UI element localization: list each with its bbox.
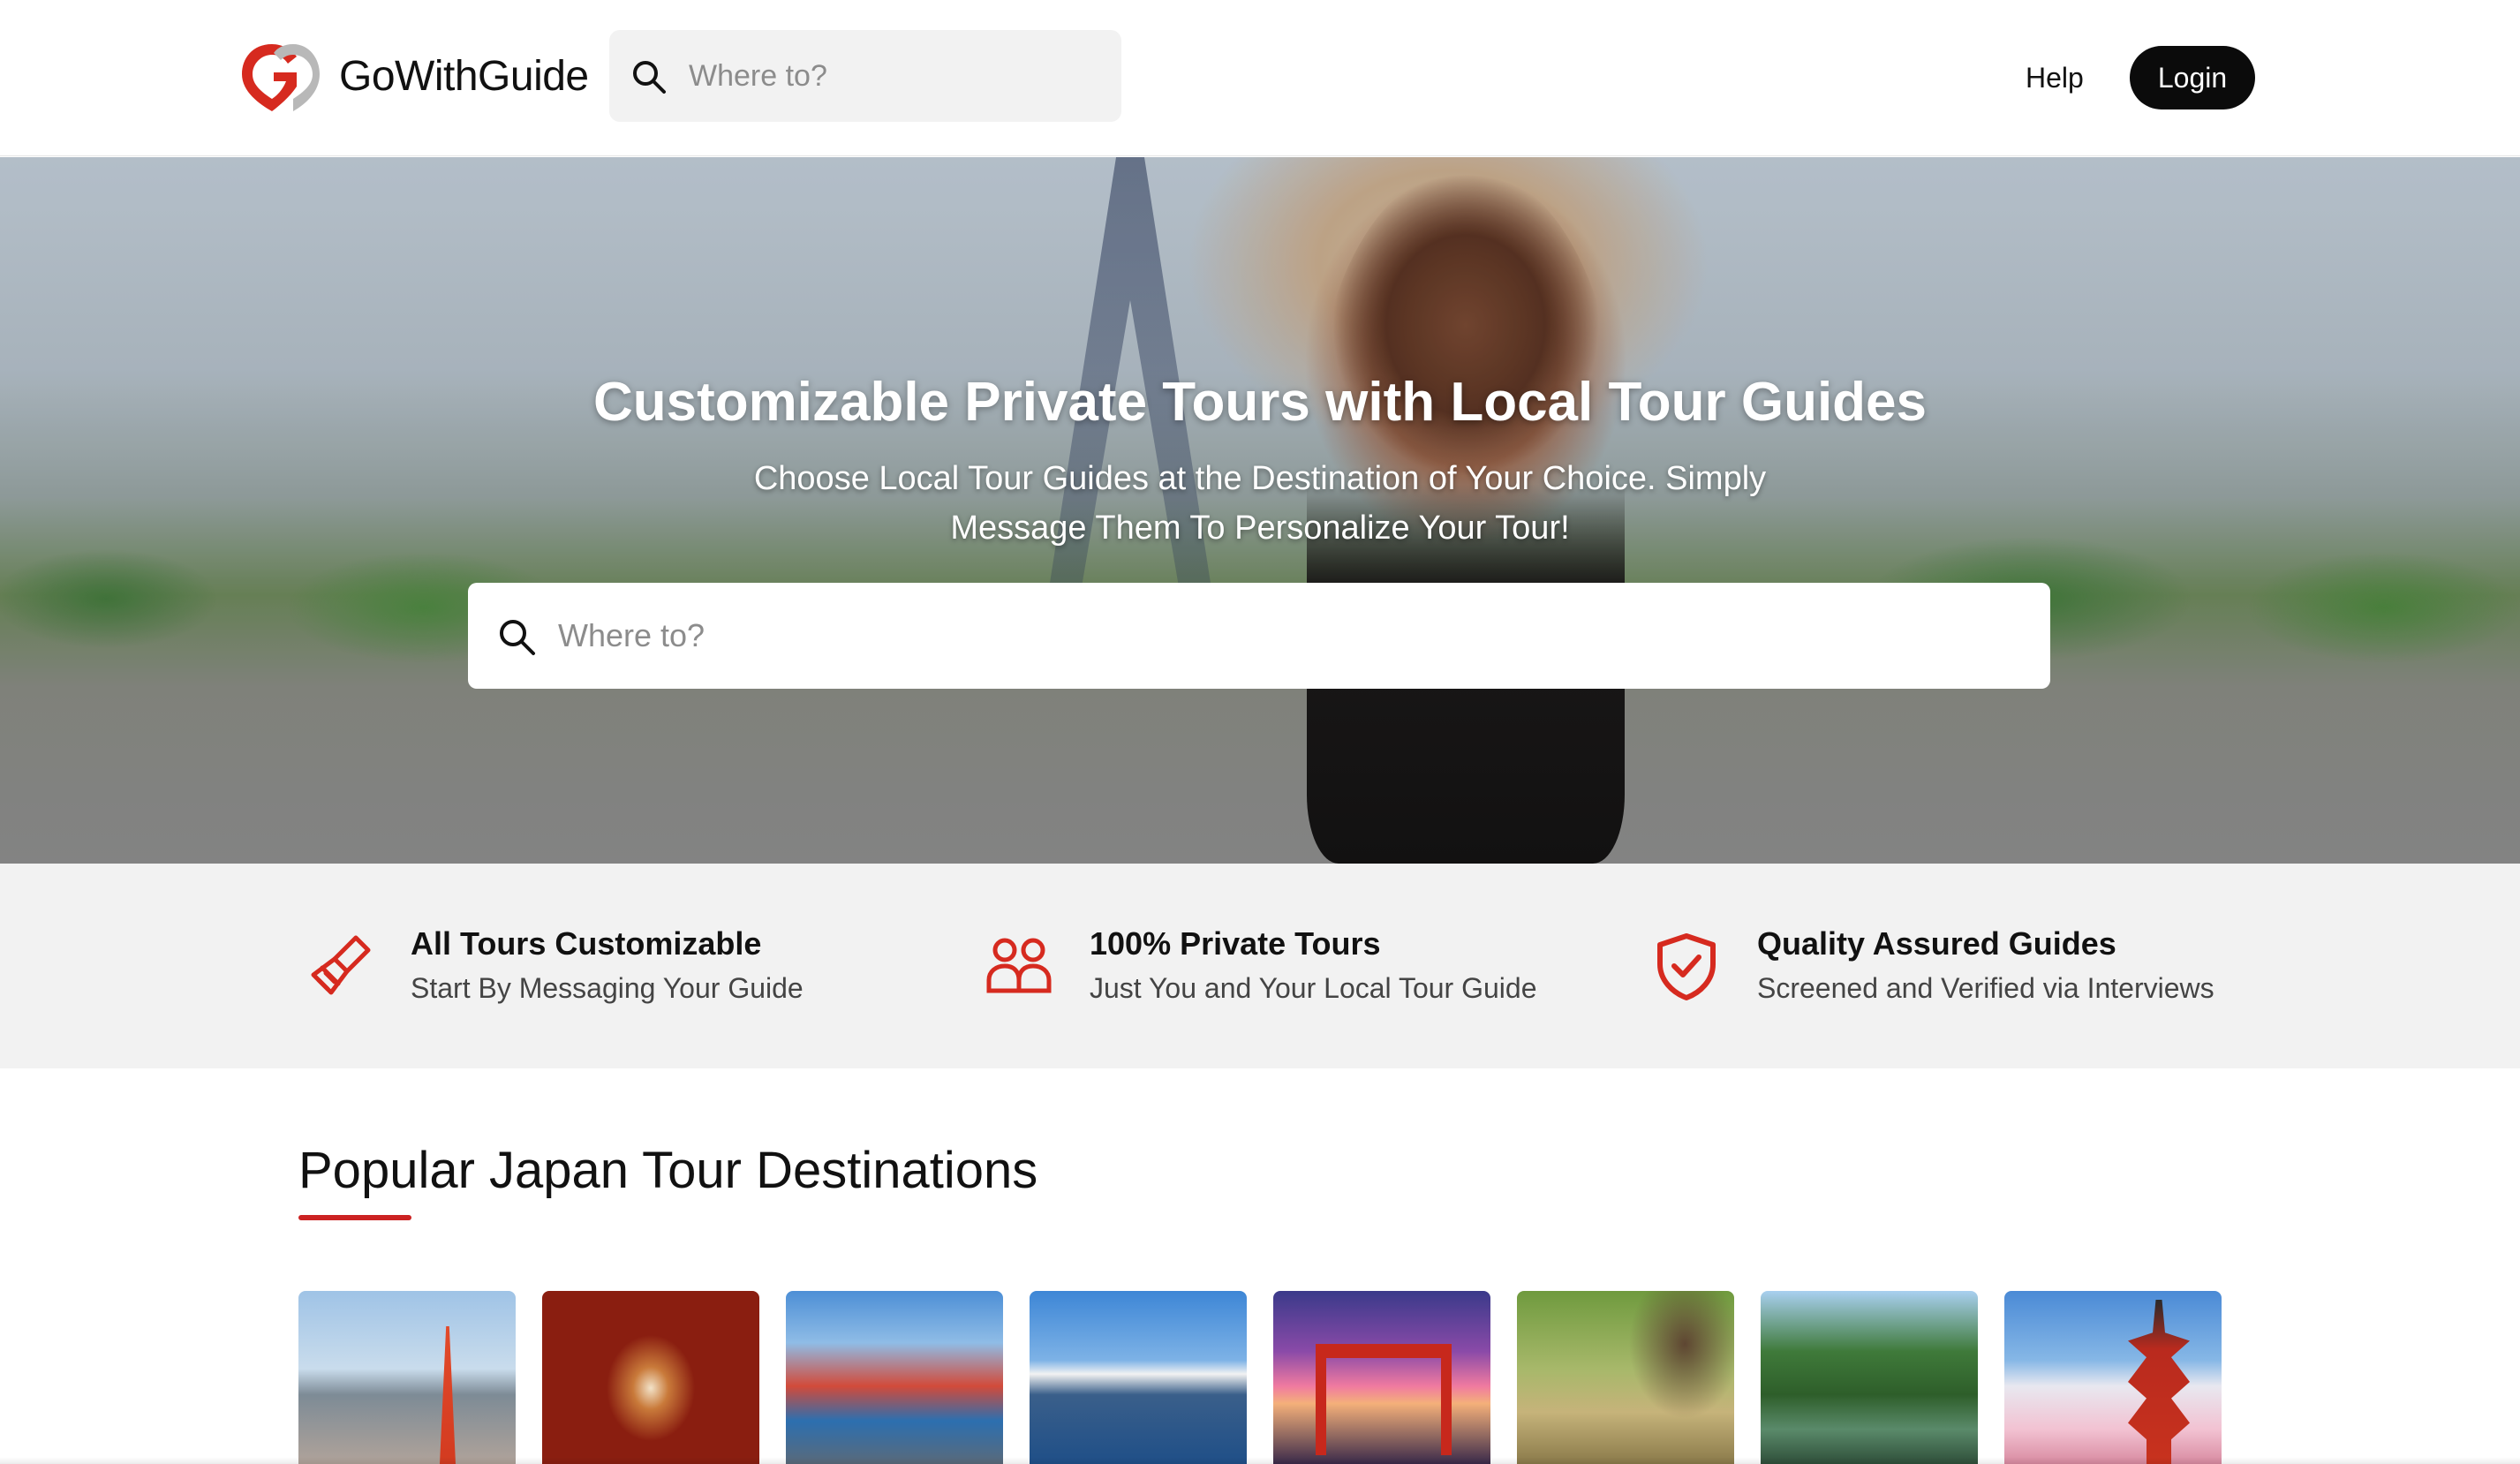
gowithguide-logo-icon[interactable] xyxy=(238,41,323,113)
help-link[interactable]: Help xyxy=(2026,60,2084,95)
feature-quality: Quality Assured Guides Screened and Veri… xyxy=(1651,864,2269,1068)
destination-card-tokyo[interactable] xyxy=(298,1291,516,1464)
brand-name[interactable]: GoWithGuide xyxy=(339,49,589,104)
destination-card-kyoto[interactable] xyxy=(542,1291,759,1464)
shield-check-icon xyxy=(1657,933,1716,1000)
section-title-underline xyxy=(298,1215,411,1220)
feature-private: 100% Private Tours Just You and Your Loc… xyxy=(984,864,1602,1068)
destination-card-osaka[interactable] xyxy=(786,1291,1003,1464)
hero-title: Customizable Private Tours with Local To… xyxy=(592,372,1928,433)
hero-search-input[interactable]: Where to? xyxy=(558,616,705,655)
feature-description: Start By Messaging Your Guide xyxy=(411,972,804,1004)
search-icon xyxy=(633,61,666,94)
feature-title: All Tours Customizable xyxy=(411,925,762,962)
search-icon xyxy=(500,620,535,655)
paintbrush-icon xyxy=(311,935,371,995)
feature-title: 100% Private Tours xyxy=(1090,925,1381,962)
feature-description: Screened and Verified via Interviews xyxy=(1757,972,2214,1004)
features-band: All Tours Customizable Start By Messagin… xyxy=(0,864,2520,1068)
destination-card-hakone[interactable] xyxy=(1030,1291,1247,1464)
feature-description: Just You and Your Local Tour Guide xyxy=(1090,972,1537,1004)
destination-card-miyajima[interactable] xyxy=(1273,1291,1490,1464)
destination-card-kanazawa[interactable] xyxy=(1761,1291,1978,1464)
hero-banner: Customizable Private Tours with Local To… xyxy=(0,157,2520,864)
section-title: Popular Japan Tour Destinations xyxy=(298,1142,1038,1199)
feature-customizable: All Tours Customizable Start By Messagin… xyxy=(305,864,923,1068)
destination-card-nara[interactable] xyxy=(1517,1291,1734,1464)
login-button[interactable]: Login xyxy=(2130,46,2255,109)
hero-search-box[interactable]: Where to? xyxy=(468,583,2050,689)
site-header: GoWithGuide Where to? Help Login xyxy=(0,0,2520,156)
feature-title: Quality Assured Guides xyxy=(1757,925,2116,962)
people-icon xyxy=(986,938,1052,993)
hero-subtitle: Choose Local Tour Guides at the Destinat… xyxy=(753,460,1767,547)
destination-card-mount-fuji[interactable] xyxy=(2004,1291,2222,1464)
header-search-input[interactable]: Where to? xyxy=(689,57,827,95)
header-search-box[interactable]: Where to? xyxy=(609,30,1121,122)
